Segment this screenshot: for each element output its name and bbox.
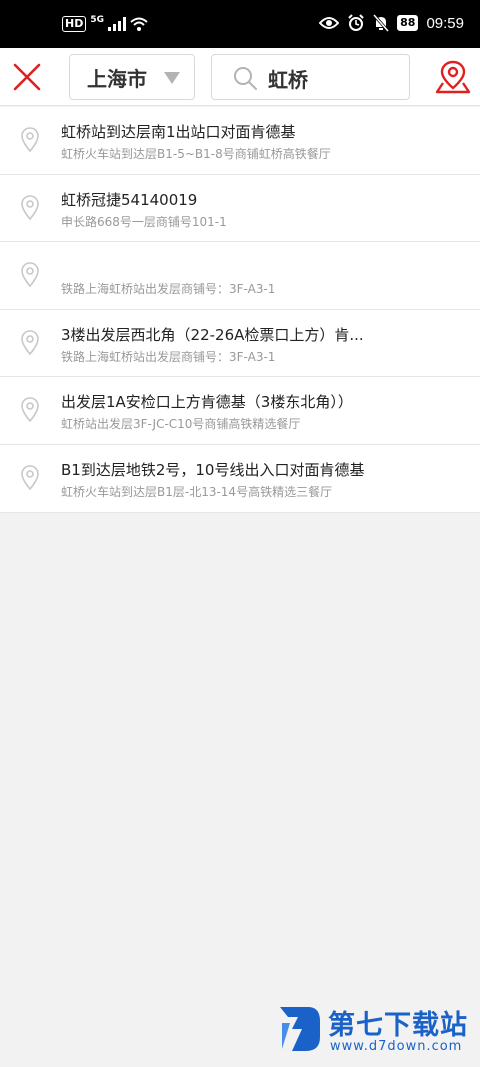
result-title: B1到达层地铁2号，10号线出入口对面肯德基 xyxy=(61,460,365,479)
location-pin-icon xyxy=(21,127,39,153)
list-item[interactable]: B1到达层地铁2号，10号线出入口对面肯德基 虹桥火车站到达层B1层-北13-1… xyxy=(0,444,480,513)
mute-bell-icon xyxy=(373,14,390,32)
city-label: 上海市 xyxy=(87,66,147,91)
result-address: 铁路上海虹桥站出发层商铺号：3F-A3-1 xyxy=(61,349,276,364)
result-list: 虹桥站到达层南1出站口对面肯德基 虹桥火车站到达层B1-5~B1-8号商铺虹桥高… xyxy=(0,107,480,513)
location-pin-icon xyxy=(21,329,39,355)
map-pin-icon[interactable] xyxy=(434,58,472,96)
watermark-title: 第七下载站 xyxy=(328,1010,468,1041)
list-item[interactable]: 出发层1A安检口上方肯德基（3楼东北角）） 虹桥站出发层3F-JC-C10号商铺… xyxy=(0,377,480,445)
d7down-logo-icon xyxy=(280,1007,320,1051)
result-address: 铁路上海虹桥站出发层商铺号：3F-A3-1 xyxy=(61,282,276,297)
status-right: 88 09:59 xyxy=(319,14,464,32)
clock: 09:59 xyxy=(426,14,464,32)
result-address: 虹桥火车站到达层B1-5~B1-8号商铺虹桥高铁餐厅 xyxy=(61,147,331,161)
network-type: 5G xyxy=(90,15,104,25)
result-title: 虹桥站到达层南1出站口对面肯德基 xyxy=(61,123,296,141)
status-bar: HD 5G 88 09:59 xyxy=(0,0,480,48)
result-title: 虹桥冠捷54140019 xyxy=(61,190,198,209)
search-icon xyxy=(234,67,257,90)
alarm-icon xyxy=(348,14,364,31)
location-pin-icon xyxy=(21,397,39,423)
result-address: 虹桥站出发层3F-JC-C10号商铺高铁精选餐厅 xyxy=(61,417,301,432)
signal-icon xyxy=(108,17,126,31)
eye-icon xyxy=(319,17,340,29)
watermark-url: www.d7down.com xyxy=(330,1039,463,1054)
result-address: 虹桥火车站到达层B1层-北13-14号高铁精选三餐厅 xyxy=(61,484,333,499)
triangle-down-icon xyxy=(164,72,180,84)
city-dropdown[interactable]: 上海市 xyxy=(69,54,195,100)
status-left: HD 5G xyxy=(62,15,148,32)
close-icon[interactable] xyxy=(12,62,42,92)
hd-badge: HD xyxy=(62,16,87,32)
list-item[interactable]: 3楼出发层西北角（22-26A检票口上方）肯... 铁路上海虹桥站出发层商铺号：… xyxy=(0,309,480,378)
wifi-icon xyxy=(130,17,148,31)
search-input[interactable] xyxy=(268,63,398,93)
list-item[interactable]: 虹桥站到达层南1出站口对面肯德基 虹桥火车站到达层B1-5~B1-8号商铺虹桥高… xyxy=(0,107,480,175)
battery-indicator: 88 xyxy=(397,15,419,31)
result-address: 申长路668号一层商铺号101-1 xyxy=(61,214,227,229)
result-title: 出发层1A安检口上方肯德基（3楼东北角）） xyxy=(61,393,353,412)
search-box[interactable] xyxy=(211,54,410,100)
watermark: 第七下载站 www.d7down.com xyxy=(278,1001,472,1059)
location-pin-icon xyxy=(21,465,39,491)
list-item[interactable]: 铁路上海虹桥站出发层商铺号：3F-A3-1 xyxy=(0,242,480,310)
search-header: 上海市 xyxy=(0,48,480,106)
result-title: 3楼出发层西北角（22-26A检票口上方）肯... xyxy=(61,325,364,344)
location-pin-icon xyxy=(21,194,39,220)
list-item[interactable]: 虹桥冠捷54140019 申长路668号一层商铺号101-1 xyxy=(0,174,480,243)
location-pin-icon xyxy=(21,262,39,288)
